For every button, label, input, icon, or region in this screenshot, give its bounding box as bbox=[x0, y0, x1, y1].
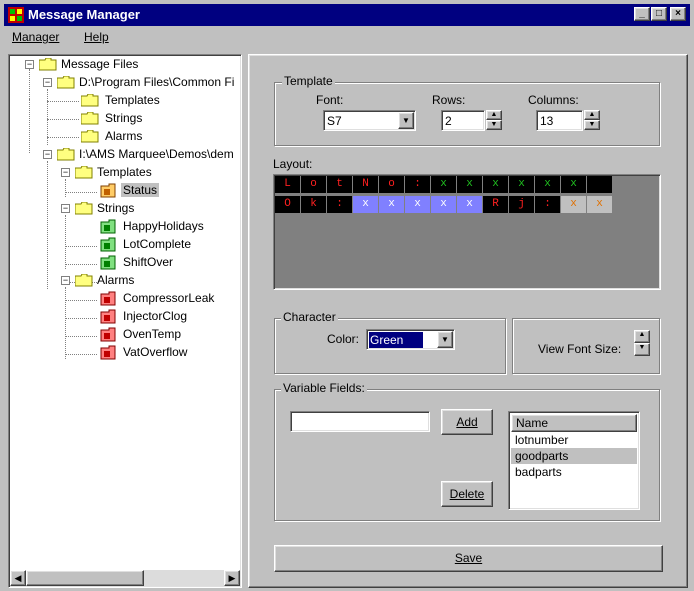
layout-cell[interactable]: j bbox=[509, 196, 534, 213]
layout-cell[interactable]: R bbox=[483, 196, 508, 213]
add-button[interactable]: Add bbox=[441, 409, 493, 435]
string-document-icon bbox=[100, 237, 116, 252]
list-item-selected[interactable]: goodparts bbox=[511, 448, 637, 464]
columns-spinner[interactable]: ▲ ▼ bbox=[584, 110, 600, 131]
collapse-icon[interactable]: − bbox=[43, 78, 52, 87]
alarm-document-icon bbox=[100, 327, 116, 342]
save-button[interactable]: Save bbox=[274, 545, 663, 572]
spin-down-icon[interactable]: ▼ bbox=[634, 343, 650, 356]
font-label: Font: bbox=[316, 93, 344, 107]
maximize-button[interactable]: □ bbox=[651, 7, 667, 21]
layout-cell[interactable]: x bbox=[509, 176, 534, 193]
spin-up-icon[interactable]: ▲ bbox=[584, 110, 600, 120]
rows-spinner[interactable]: ▲ ▼ bbox=[486, 110, 502, 131]
scroll-thumb[interactable] bbox=[26, 570, 144, 586]
color-label: Color: bbox=[327, 332, 360, 346]
folder-open-icon bbox=[75, 274, 93, 287]
title-bar: Message Manager _ □ × bbox=[4, 4, 690, 26]
menu-bar: Manager Help bbox=[4, 26, 690, 48]
rows-label: Rows: bbox=[432, 93, 466, 107]
layout-cell[interactable]: x bbox=[457, 176, 482, 193]
template-group-label: Template bbox=[282, 74, 335, 88]
folder-icon bbox=[81, 130, 99, 143]
folder-open-icon bbox=[75, 166, 93, 179]
template-document-icon bbox=[100, 183, 116, 198]
font-select[interactable]: S7 ▼ bbox=[323, 110, 416, 131]
layout-cell[interactable]: O bbox=[275, 196, 300, 213]
delete-button[interactable]: Delete bbox=[441, 481, 493, 507]
folder-icon bbox=[81, 112, 99, 125]
layout-cell[interactable]: x bbox=[587, 196, 612, 213]
spin-down-icon[interactable]: ▼ bbox=[584, 120, 600, 130]
view-font-size-label: View Font Size: bbox=[538, 342, 622, 356]
layout-cell[interactable]: k bbox=[301, 196, 326, 213]
layout-cell[interactable]: N bbox=[353, 176, 378, 193]
variable-name-input[interactable] bbox=[290, 411, 430, 432]
layout-cell[interactable]: o bbox=[379, 176, 404, 193]
tree-horizontal-scrollbar[interactable]: ◀ ▶ bbox=[10, 570, 240, 586]
layout-cell[interactable]: x bbox=[483, 176, 508, 193]
color-select[interactable]: Green ▼ bbox=[366, 329, 455, 350]
layout-label: Layout: bbox=[273, 157, 313, 171]
spin-down-icon[interactable]: ▼ bbox=[486, 120, 502, 130]
alarm-document-icon bbox=[100, 309, 116, 324]
list-item[interactable]: lotnumber bbox=[511, 432, 637, 448]
alarm-document-icon bbox=[100, 345, 116, 360]
scroll-left-button[interactable]: ◀ bbox=[10, 570, 26, 586]
layout-cell[interactable]: o bbox=[301, 176, 326, 193]
layout-cell[interactable]: x bbox=[561, 176, 586, 193]
string-document-icon bbox=[100, 219, 116, 234]
scroll-right-button[interactable]: ▶ bbox=[224, 570, 240, 586]
character-group-label: Character bbox=[281, 310, 338, 324]
collapse-icon[interactable]: − bbox=[61, 204, 70, 213]
tree-label-status-selected: Status bbox=[121, 183, 160, 197]
window-title: Message Manager bbox=[28, 7, 140, 22]
spin-up-icon[interactable]: ▲ bbox=[634, 330, 650, 343]
layout-cell[interactable]: x bbox=[535, 176, 560, 193]
folder-icon bbox=[57, 76, 75, 89]
columns-field[interactable]: 13 bbox=[536, 110, 583, 131]
layout-cell[interactable]: L bbox=[275, 176, 300, 193]
message-files-tree[interactable]: − Message Files − D:\Program Files\Commo… bbox=[8, 54, 242, 588]
collapse-icon[interactable]: − bbox=[61, 276, 70, 285]
view-font-size-spinner[interactable]: ▲ ▼ bbox=[634, 330, 650, 357]
layout-cell[interactable]: x bbox=[379, 196, 404, 213]
string-document-icon bbox=[100, 255, 116, 270]
variable-fields-list[interactable]: Name lotnumber goodparts badparts bbox=[508, 411, 640, 510]
layout-cell[interactable] bbox=[587, 176, 612, 193]
layout-cell[interactable]: x bbox=[431, 176, 456, 193]
list-item[interactable]: badparts bbox=[511, 464, 637, 480]
columns-label: Columns: bbox=[528, 93, 579, 107]
chevron-down-icon[interactable]: ▼ bbox=[437, 331, 453, 348]
layout-cell[interactable]: x bbox=[353, 196, 378, 213]
layout-cell[interactable]: x bbox=[405, 196, 430, 213]
close-button[interactable]: × bbox=[670, 7, 686, 21]
alarm-document-icon bbox=[100, 291, 116, 306]
collapse-icon[interactable]: − bbox=[25, 60, 34, 69]
layout-cell[interactable]: : bbox=[535, 196, 560, 213]
collapse-icon[interactable]: − bbox=[43, 150, 52, 159]
folder-icon bbox=[81, 94, 99, 107]
layout-cell[interactable]: x bbox=[457, 196, 482, 213]
folder-icon bbox=[57, 148, 75, 161]
layout-cell[interactable]: x bbox=[431, 196, 456, 213]
folder-open-icon bbox=[75, 202, 93, 215]
layout-cell[interactable]: x bbox=[561, 196, 586, 213]
menu-manager[interactable]: Manager bbox=[12, 30, 59, 44]
rows-field[interactable]: 2 bbox=[441, 110, 485, 131]
spin-up-icon[interactable]: ▲ bbox=[486, 110, 502, 120]
chevron-down-icon[interactable]: ▼ bbox=[398, 112, 414, 129]
list-header-name[interactable]: Name bbox=[511, 414, 637, 432]
minimize-button[interactable]: _ bbox=[634, 7, 650, 21]
layout-grid[interactable]: LotNo:xxxxxxOk:xxxxxRj:xx bbox=[273, 174, 661, 290]
collapse-icon[interactable]: − bbox=[61, 168, 70, 177]
layout-cell[interactable]: : bbox=[405, 176, 430, 193]
variable-fields-label: Variable Fields: bbox=[281, 381, 367, 395]
app-icon bbox=[8, 7, 24, 23]
menu-help[interactable]: Help bbox=[84, 30, 109, 44]
folder-open-icon bbox=[39, 58, 57, 71]
layout-cell[interactable]: t bbox=[327, 176, 352, 193]
layout-cell[interactable]: : bbox=[327, 196, 352, 213]
